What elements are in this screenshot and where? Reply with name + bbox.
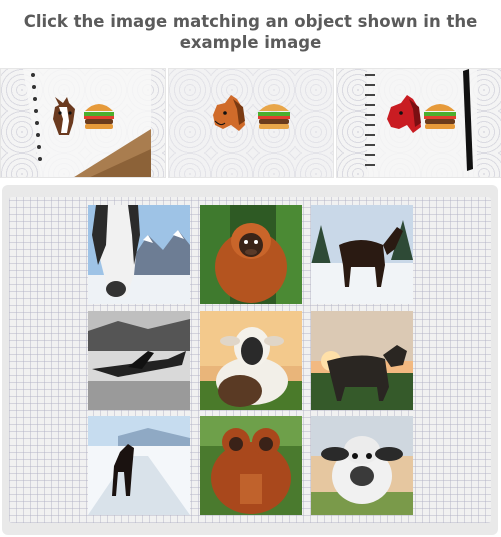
grid-image-2[interactable]: [200, 205, 302, 304]
instruction-text: Click the image matching an object shown…: [23, 12, 478, 52]
grid-image-5[interactable]: [200, 311, 302, 410]
example-image-1: [0, 68, 166, 178]
grid-image-7[interactable]: [88, 416, 190, 515]
example-images: [0, 68, 501, 178]
image-grid-panel: [2, 185, 498, 535]
grid-image-4[interactable]: [88, 311, 190, 410]
grid-image-6[interactable]: [311, 311, 413, 410]
grid-image-3[interactable]: [311, 205, 413, 304]
example-image-2: [168, 68, 334, 178]
grid-image-1[interactable]: [88, 205, 190, 304]
grid-image-8[interactable]: [200, 416, 302, 515]
grid-image-9[interactable]: [311, 416, 413, 515]
example-image-3: [336, 68, 501, 178]
